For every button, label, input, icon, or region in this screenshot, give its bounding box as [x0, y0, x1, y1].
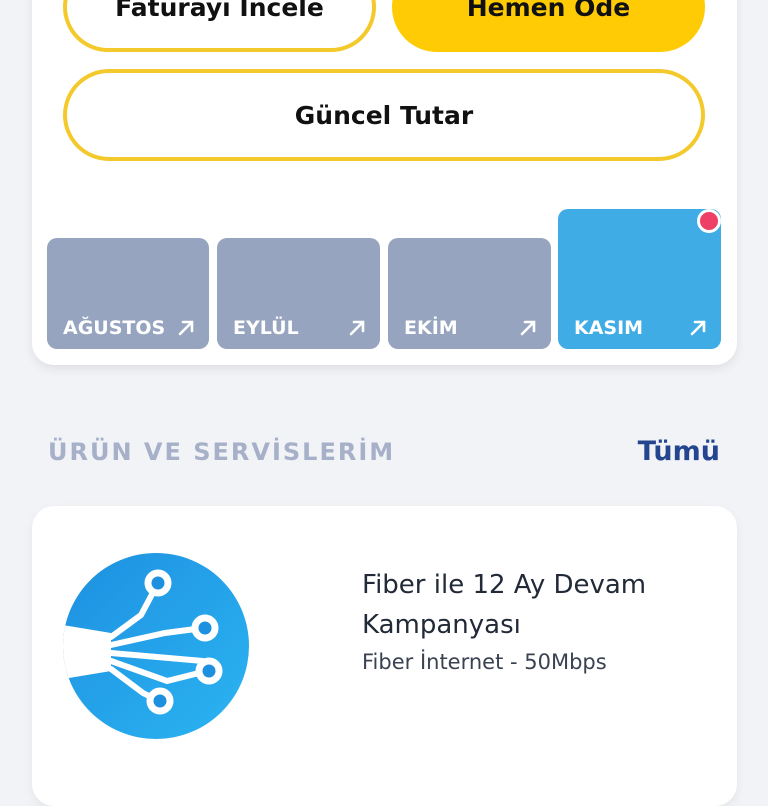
- month-tab-october[interactable]: EKİM: [388, 238, 551, 349]
- product-subtitle: Fiber İnternet - 50Mbps: [362, 650, 607, 674]
- notification-dot: [697, 209, 721, 233]
- arrow-up-right-icon: [178, 320, 194, 336]
- fiber-icon: [63, 553, 249, 739]
- month-tab-august[interactable]: AĞUSTOS: [47, 238, 209, 349]
- month-tab-november[interactable]: KASIM: [558, 209, 721, 349]
- current-amount-button[interactable]: Güncel Tutar: [63, 69, 705, 161]
- arrow-up-right-icon: [690, 320, 706, 336]
- month-label: KASIM: [574, 317, 644, 339]
- month-label: EKİM: [404, 317, 458, 339]
- section-title: ÜRÜN VE SERVİSLERİM: [48, 438, 396, 466]
- month-label: AĞUSTOS: [63, 317, 166, 339]
- product-title: Fiber ile 12 Ay Devam Kampanyası: [362, 570, 647, 640]
- arrow-up-right-icon: [349, 320, 365, 336]
- month-tab-september[interactable]: EYLÜL: [217, 238, 380, 349]
- arrow-up-right-icon: [520, 320, 536, 336]
- see-all-link[interactable]: Tümü: [638, 436, 720, 467]
- month-label: EYLÜL: [233, 317, 299, 339]
- pay-now-button[interactable]: Hemen Öde: [392, 0, 705, 52]
- review-bill-button[interactable]: Faturayı İncele: [63, 0, 376, 52]
